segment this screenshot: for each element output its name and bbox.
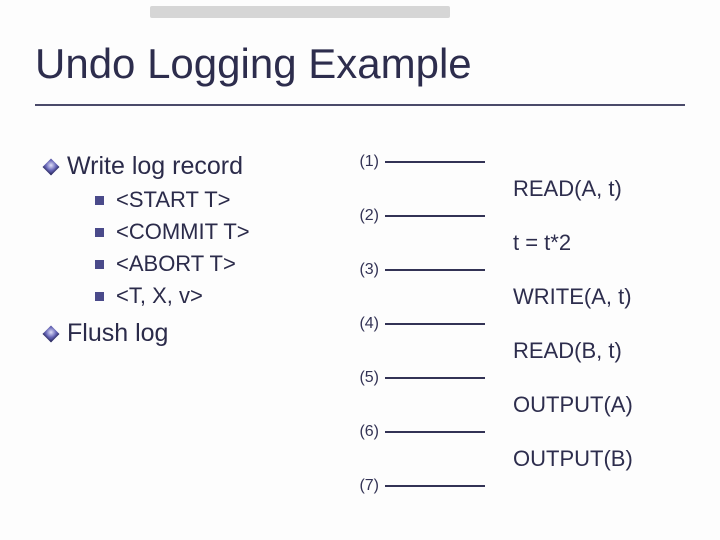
step-label: t = t*2: [513, 232, 690, 254]
step-number: (1): [345, 153, 385, 171]
list-item: Write log record: [45, 152, 345, 181]
step-label: READ(B, t): [513, 340, 690, 362]
step-number: (3): [345, 261, 385, 279]
step-row: (6): [345, 418, 690, 446]
step-number: (5): [345, 369, 385, 387]
step-line: [385, 215, 485, 217]
step-row: (2): [345, 202, 690, 230]
list-item: <COMMIT T>: [95, 219, 345, 245]
decorative-topbar: [150, 6, 450, 18]
slide-title: Undo Logging Example: [35, 40, 685, 106]
list-item: <T, X, v>: [95, 283, 345, 309]
diamond-bullet-icon: [43, 325, 60, 342]
steps-column: (1) READ(A, t) (2) t = t*2 (3) WRITE(A, …: [345, 148, 690, 520]
step-label: OUTPUT(B): [513, 448, 690, 470]
step-number: (4): [345, 315, 385, 333]
step-row: (1): [345, 148, 690, 176]
bullet-label: <T, X, v>: [116, 283, 203, 309]
step-number: (2): [345, 207, 385, 225]
step-row: (4): [345, 310, 690, 338]
square-bullet-icon: [95, 196, 104, 205]
step-row: (7): [345, 472, 690, 500]
step-label: OUTPUT(A): [513, 394, 690, 416]
step-number: (6): [345, 423, 385, 441]
list-item: Flush log: [45, 319, 345, 348]
step-label: READ(A, t): [513, 178, 690, 200]
step-line: [385, 269, 485, 271]
step-label: WRITE(A, t): [513, 286, 690, 308]
square-bullet-icon: [95, 228, 104, 237]
step-line: [385, 431, 485, 433]
bullet-label: <COMMIT T>: [116, 219, 250, 245]
bullet-label: <ABORT T>: [116, 251, 236, 277]
step-line: [385, 161, 485, 163]
bullet-label: Write log record: [67, 152, 243, 181]
bullet-label: <START T>: [116, 187, 231, 213]
step-row: (3): [345, 256, 690, 284]
square-bullet-icon: [95, 260, 104, 269]
step-line: [385, 485, 485, 487]
step-line: [385, 377, 485, 379]
square-bullet-icon: [95, 292, 104, 301]
diamond-bullet-icon: [43, 158, 60, 175]
bullet-list: Write log record <START T> <COMMIT T> <A…: [45, 148, 345, 520]
step-line: [385, 323, 485, 325]
list-item: <START T>: [95, 187, 345, 213]
content-area: Write log record <START T> <COMMIT T> <A…: [45, 148, 690, 520]
step-number: (7): [345, 477, 385, 495]
bullet-label: Flush log: [67, 319, 168, 348]
step-row: (5): [345, 364, 690, 392]
list-item: <ABORT T>: [95, 251, 345, 277]
